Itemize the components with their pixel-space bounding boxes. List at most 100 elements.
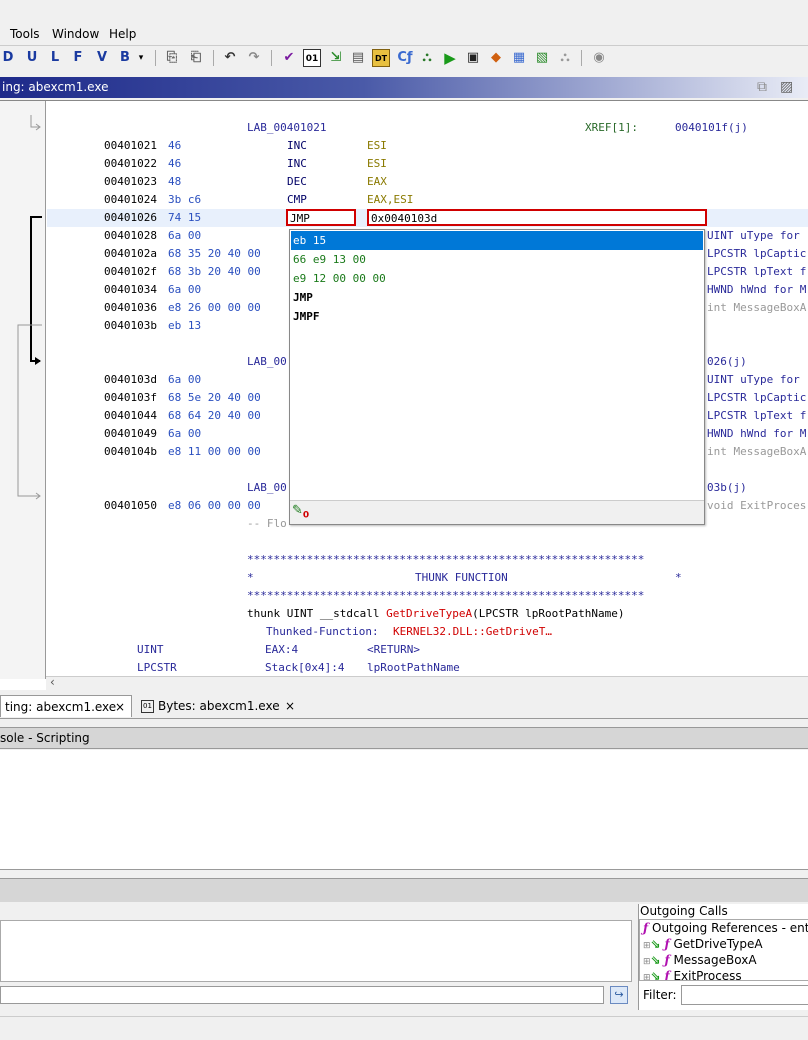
tree-item[interactable]: ⊞⇘ ƒ ExitProcess [643, 969, 742, 980]
address: 0040104b [104, 445, 157, 458]
comment: HWND hWnd for M [707, 427, 807, 440]
signature-function-name[interactable]: GetDriveTypeA [386, 607, 472, 620]
document-tab-bar: ting: abexcm1.exe × 01 Bytes: abexcm1.exe… [0, 693, 808, 719]
redo-icon[interactable]: ↷ [245, 49, 263, 67]
bytes: 68 35 20 40 00 [168, 247, 261, 260]
console-header: sole - Scripting [0, 727, 808, 749]
thunked-function-link[interactable]: KERNEL32.DLL::GetDriveT… [393, 623, 552, 640]
disassemble-button[interactable]: D [0, 49, 16, 67]
xref-link[interactable]: 03b(j) [707, 479, 747, 496]
menu-tools[interactable]: Tools [10, 27, 40, 41]
address: 0040102f [104, 265, 157, 278]
data-types-icon[interactable]: DT [372, 49, 390, 67]
bookmark-button[interactable]: B [117, 49, 133, 67]
diamond-icon[interactable]: ◆ [487, 49, 505, 67]
operand-edit-field[interactable]: 0x0040103d [367, 209, 707, 226]
copy-icon[interactable]: ⎘ [163, 49, 181, 67]
xref-link[interactable]: 0040101f(j) [675, 119, 748, 136]
run-icon[interactable]: ▶ [441, 49, 459, 67]
bytes: 6a 00 [168, 283, 202, 296]
flow-arrow-margin [0, 101, 46, 679]
tree-item[interactable]: ⊞⇘ ƒ GetDriveTypeA [643, 937, 763, 951]
address: 0040102a [104, 247, 157, 260]
outgoing-calls-tree[interactable]: ƒ Outgoing References - ent ⊞⇘ ƒ GetDriv… [639, 919, 808, 981]
clear-code-button[interactable]: U [24, 49, 40, 67]
debug-icon[interactable]: ◉ [590, 49, 608, 67]
code-label[interactable]: LAB_00 [247, 479, 287, 496]
xref-link[interactable]: 026(j) [707, 353, 747, 370]
tab-close-icon[interactable]: × [115, 696, 125, 718]
bytes: 68 64 20 40 00 [168, 409, 261, 422]
function-icon: ƒ [664, 937, 670, 951]
address: 00401034 [104, 283, 157, 296]
tab-bytes-label: Bytes: abexcm1.exe [158, 699, 280, 713]
address: 0040103f [104, 391, 157, 404]
go-icon[interactable]: ↪ [610, 986, 628, 1004]
mnemonic-edit-field[interactable]: JMP [286, 209, 356, 226]
param-type: LPCSTR [137, 661, 177, 674]
listing-title-bar: ing: abexcm1.exe ⧉ ▨ [0, 77, 808, 98]
console-title: sole - Scripting [0, 731, 90, 745]
suggestion-item[interactable]: JMPF [291, 307, 703, 326]
scroll-left-icon[interactable]: ‹ [50, 675, 55, 689]
console-output[interactable] [0, 750, 808, 870]
network-icon[interactable]: ⛬ [556, 49, 574, 67]
tab-bytes[interactable]: 01 Bytes: abexcm1.exe × [137, 695, 303, 717]
suggestion-item[interactable]: 66 e9 13 00 [291, 250, 703, 269]
bytes: 46 [168, 157, 182, 170]
separator-stars: ****************************************… [247, 553, 645, 566]
flow-arrows-svg [17, 115, 42, 500]
toolbar: D U L F V B ▾ ⎘ ⎗ ↶ ↷ ✔ 01 ⇲ ▤ DT Cƒ ⛬ ▶… [0, 45, 808, 69]
address: 00401024 [104, 193, 157, 206]
horizontal-scrollbar[interactable]: ‹ [46, 675, 808, 690]
bytes: e8 26 00 00 00 [168, 301, 261, 314]
tree-root[interactable]: ƒ Outgoing References - ent [643, 921, 808, 935]
bytes: 68 5e 20 40 00 [168, 391, 261, 404]
address: 0040103d [104, 373, 157, 386]
menu-help[interactable]: Help [109, 27, 136, 41]
call-tree-icon[interactable]: ⛬ [418, 49, 436, 67]
tab-listing[interactable]: ting: abexcm1.exe × [0, 695, 132, 717]
expand-icon[interactable]: ⊞ [643, 957, 651, 967]
bottom-left-input[interactable] [0, 986, 604, 1004]
address: 00401028 [104, 229, 157, 242]
grid-icon[interactable]: ▦ [510, 49, 528, 67]
function-button[interactable]: F [70, 49, 86, 67]
code-label[interactable]: LAB_00 [247, 353, 287, 370]
check-icon[interactable]: ✔ [280, 49, 298, 67]
memory-icon[interactable]: ▣ [464, 49, 482, 67]
param-location: EAX:4 [265, 643, 299, 656]
assembler-suggestion-popup[interactable]: eb 15 66 e9 13 00 e9 12 00 00 00 JMP JMP… [289, 229, 705, 525]
bytes: e8 11 00 00 00 [168, 445, 261, 458]
expand-icon[interactable]: ⊞ [643, 973, 651, 980]
tab-listing-label: ting: abexcm1.exe [5, 700, 117, 714]
dropdown-arrow-icon[interactable]: ▾ [136, 49, 146, 67]
assemble-status-icon[interactable]: ✎0 [292, 503, 309, 521]
xref-label: XREF[1]: [585, 121, 638, 134]
variable-button[interactable]: V [94, 49, 110, 67]
function-icon: ƒ [643, 921, 649, 935]
export-icon[interactable]: ⇲ [327, 49, 345, 67]
table-icon[interactable]: ▤ [349, 49, 367, 67]
clipboard-icon[interactable]: ▨ [780, 79, 793, 95]
expand-icon[interactable]: ⊞ [643, 941, 651, 951]
bytes: eb 13 [168, 319, 202, 332]
suggestion-item[interactable]: eb 15 [291, 231, 703, 250]
menu-window[interactable]: Window [52, 27, 99, 41]
script-icon[interactable]: ▧ [533, 49, 551, 67]
undo-icon[interactable]: ↶ [221, 49, 239, 67]
bottom-left-content[interactable] [0, 920, 632, 982]
comment: LPCSTR lpCaptic [707, 391, 807, 404]
thunk-signature[interactable]: thunk UINT __stdcall GetDriveTypeA(LPCST… [247, 605, 625, 622]
code-label[interactable]: LAB_00401021 [247, 119, 326, 136]
label-button[interactable]: L [47, 49, 63, 67]
function-graph-icon[interactable]: Cƒ [396, 49, 414, 67]
paste-icon[interactable]: ⎗ [187, 49, 205, 67]
snapshot-icon[interactable]: ⧉ [757, 79, 767, 95]
bytes-icon[interactable]: 01 [303, 49, 321, 67]
tab-close-icon[interactable]: × [285, 695, 295, 717]
tree-item[interactable]: ⊞⇘ ƒ MessageBoxA [643, 953, 757, 967]
filter-input[interactable] [681, 985, 808, 1005]
suggestion-item[interactable]: e9 12 00 00 00 [291, 269, 703, 288]
suggestion-item[interactable]: JMP [291, 288, 703, 307]
